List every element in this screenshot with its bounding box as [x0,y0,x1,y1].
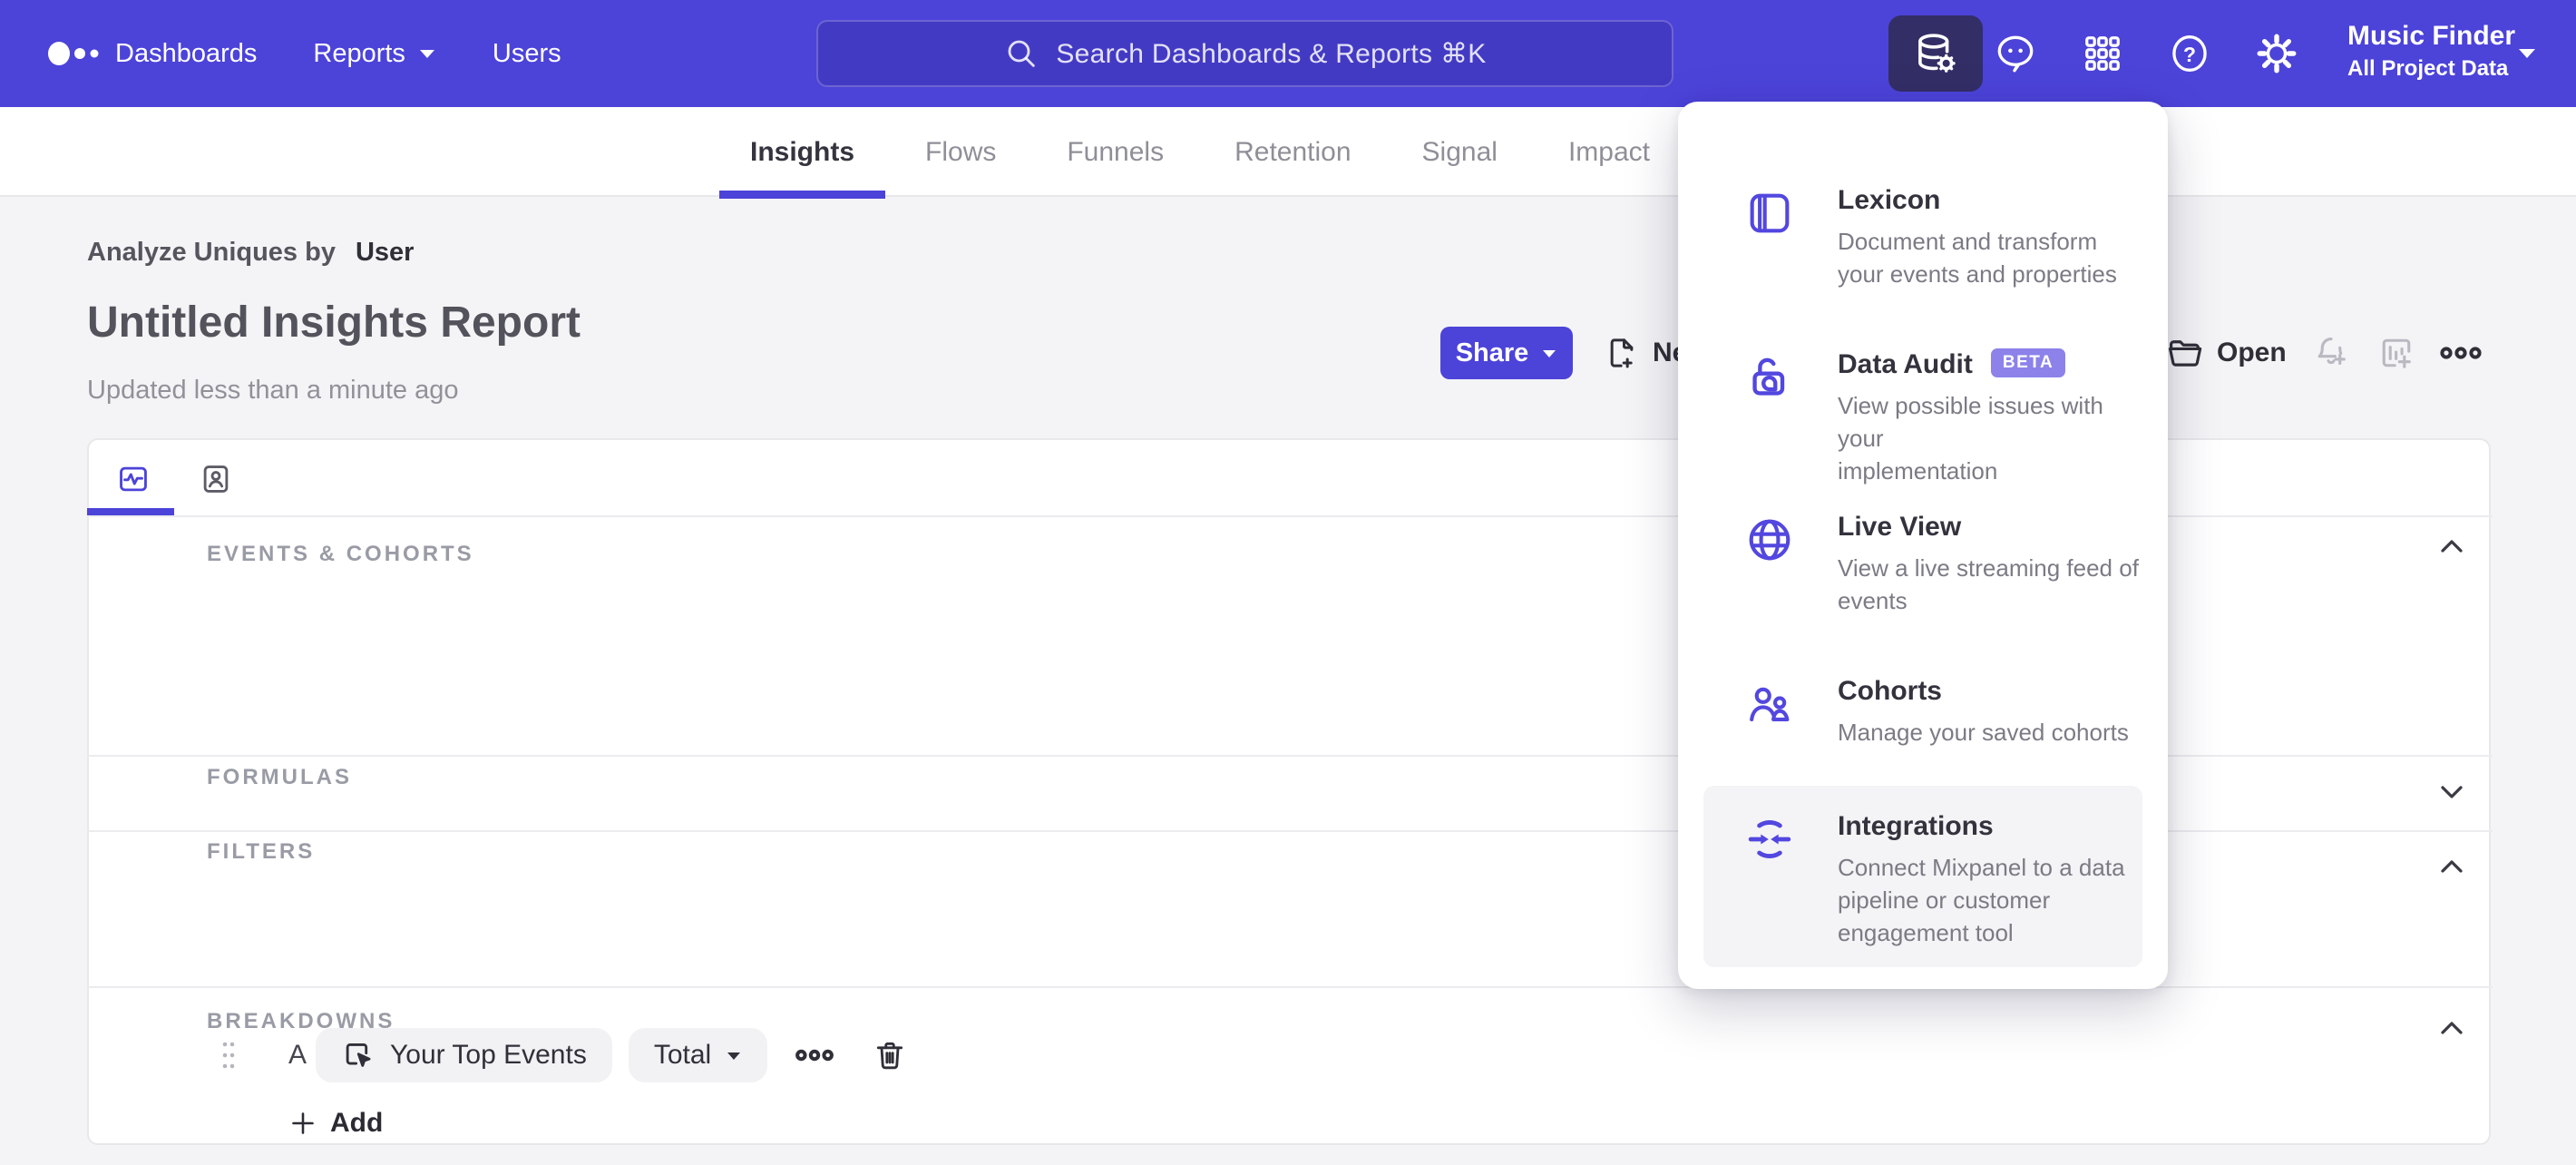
nav-users[interactable]: Users [493,39,561,69]
analyze-uniques-label: Analyze Uniques by User [87,238,415,267]
menu-item-description: Connect Mixpanel to a data pipeline or c… [1838,854,2125,946]
data-audit-lock-icon [1752,357,1785,396]
event-row: A Your Top Events Total [221,1028,907,1082]
breakdowns-label: BREAKDOWNS [207,1009,395,1033]
event-select-button[interactable]: Your Top Events [316,1028,612,1082]
caret-down-icon [727,1052,741,1060]
lexicon-icon [1750,193,1790,233]
nav-dashboards[interactable]: Dashboards [115,39,257,69]
data-management-button[interactable] [1888,15,1983,92]
add-event-button[interactable]: Add [290,1108,383,1139]
caret-down-icon [419,50,434,58]
uniques-by-selector[interactable]: User [356,238,415,267]
add-to-dashboard-button[interactable] [2376,327,2416,379]
chevron-down-icon [2441,786,2463,798]
bell-plus-icon [2317,338,2346,366]
chevron-up-icon [2441,540,2463,553]
report-tab-bar: Insights Flows Funnels Retention Signal … [0,107,2576,199]
open-folder-icon [2168,340,2202,367]
caret-down-icon [1543,349,1556,357]
create-alert-button[interactable] [2311,327,2351,379]
data-management-menu: Lexicon Document and transform your even… [1678,102,2168,989]
svg-text:?: ? [2183,43,2196,66]
profiles-tab[interactable] [199,462,233,496]
menu-item-integrations[interactable]: Integrations Connect Mixpanel to a data … [1703,786,2142,967]
feedback-bubble-icon [1997,35,2034,73]
event-more-options-button[interactable] [795,1045,834,1065]
settings-gear-icon [2257,34,2297,73]
new-report-icon [1610,338,1634,368]
menu-item-description: Manage your saved cohorts [1838,719,2129,746]
more-options-icon [795,1049,834,1062]
pulse-chart-icon [120,466,147,492]
share-button[interactable]: Share [1440,327,1573,379]
chart-plus-icon [2382,338,2411,368]
tab-signal[interactable]: Signal [1391,107,1528,197]
nav-reports[interactable]: Reports [313,39,436,69]
tab-flows[interactable]: Flows [894,107,1027,197]
tab-impact[interactable]: Impact [1537,107,1681,197]
project-selector[interactable]: Music Finder All Project Data [2347,18,2516,83]
events-metrics-tab[interactable] [116,462,151,496]
project-caret-icon [2516,45,2538,60]
menu-item-live-view[interactable]: Live View View a live streaming feed of … [1703,486,2142,617]
integrations-sync-icon [1748,820,1791,858]
search-icon [1008,40,1036,67]
menu-item-description: View a live streaming feed of events [1838,554,2139,614]
help-button[interactable]: ? [2162,0,2217,107]
search-input[interactable]: Search Dashboards & Reports ⌘K [816,20,1673,87]
collapse-breakdowns-button[interactable] [2436,1013,2467,1043]
aggregation-select-button[interactable]: Total [628,1028,768,1082]
more-options-icon [2440,347,2482,359]
filters-label: FILTERS [207,839,316,864]
chevron-up-icon [2441,860,2463,873]
project-scope: All Project Data [2347,56,2509,81]
feedback-button[interactable] [1988,0,2043,107]
help-icon: ? [2172,34,2207,73]
aggregation-value: Total [653,1040,712,1070]
delete-event-button[interactable] [873,1037,907,1073]
apps-grid-button[interactable] [2075,0,2130,107]
tab-retention[interactable]: Retention [1204,107,1381,197]
settings-button[interactable] [2249,0,2304,107]
menu-item-description: Document and transform your events and p… [1838,228,2117,288]
search-placeholder: Search Dashboards & Reports ⌘K [1056,38,1487,69]
tab-funnels[interactable]: Funnels [1036,107,1195,197]
updated-timestamp: Updated less than a minute ago [87,376,459,405]
data-management-icon [1918,34,1956,73]
trash-icon [877,1042,903,1070]
expand-formulas-button[interactable] [2436,777,2467,808]
apps-grid-icon [2085,36,2120,71]
collapse-events-button[interactable] [2436,531,2467,562]
chevron-up-icon [2441,1022,2463,1034]
cohorts-people-icon [1750,687,1790,721]
globe-icon [1749,519,1791,561]
tab-insights[interactable]: Insights [719,107,886,199]
events-cohorts-label: EVENTS & COHORTS [207,542,474,566]
menu-item-lexicon[interactable]: Lexicon Document and transform your even… [1703,160,2142,290]
drag-handle[interactable] [221,1038,236,1072]
menu-item-description: View possible issues with your implement… [1838,392,2103,485]
report-title[interactable]: Untitled Insights Report [87,298,581,348]
mixpanel-logo-icon[interactable] [47,37,111,70]
more-options-button[interactable] [2440,327,2482,379]
profile-card-icon [203,465,229,493]
event-row-letter: A [288,1040,307,1070]
top-header: Dashboards Reports Users Search Dashboar… [0,0,2576,107]
event-click-icon [346,1043,371,1067]
menu-item-data-audit[interactable]: Data Audit BETA View possible issues with… [1703,324,2142,487]
project-name: Music Finder [2347,21,2516,51]
menu-item-cohorts[interactable]: Cohorts Manage your saved cohorts [1703,651,2142,749]
formulas-label: FORMULAS [207,765,352,789]
event-name: Your Top Events [390,1040,587,1070]
open-report-button[interactable]: Open [2166,327,2287,379]
collapse-filters-button[interactable] [2436,851,2467,882]
beta-badge: BETA [1990,348,2066,377]
plus-icon [292,1112,314,1134]
main-nav: Dashboards Reports Users [115,0,561,107]
